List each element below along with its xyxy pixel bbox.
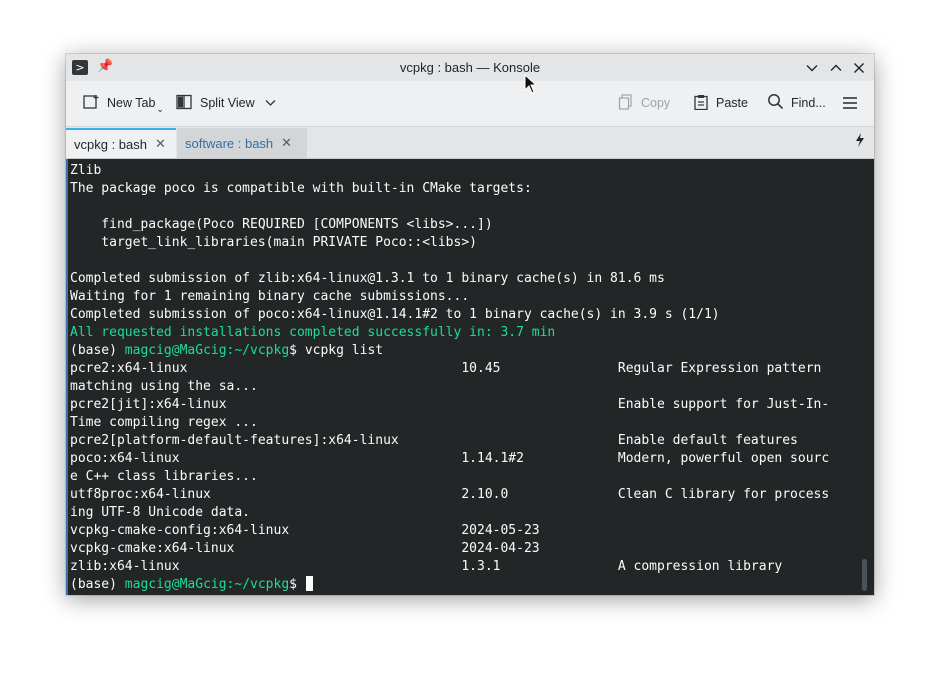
copy-icon <box>618 93 634 113</box>
terminal-line: zlib:x64-linux 1.3.1 A compression libra… <box>70 558 850 576</box>
close-tab-icon[interactable]: ✕ <box>281 136 292 151</box>
prompt-user: magcig@MaGcig <box>124 577 227 592</box>
terminal-line: vcpkg-cmake-config:x64-linux 2024-05-23 <box>70 522 850 540</box>
quick-commands-icon[interactable] <box>852 133 868 151</box>
terminal-line: find_package(Poco REQUIRED [COMPONENTS <… <box>70 216 850 234</box>
line-text: utf8proc:x64-linux 2.10.0 Clean C librar… <box>70 487 830 502</box>
find-label: Find... <box>791 96 826 110</box>
terminal-line: target_link_libraries(main PRIVATE Poco:… <box>70 234 850 252</box>
prompt-env: (base) <box>70 343 125 358</box>
chevron-down-icon <box>265 96 276 110</box>
copy-label: Copy <box>641 96 671 110</box>
prompt-line: (base) magcig@MaGcig:~/vcpkg$ <box>70 576 850 594</box>
prompt-symbol: $ <box>289 343 305 358</box>
split-view-button[interactable]: Split View <box>176 89 276 117</box>
terminal-line: pcre2[platform-default-features]:x64-lin… <box>70 432 850 450</box>
hamburger-menu-icon[interactable] <box>842 89 858 117</box>
toolbar: New Tab ⌄ Split View Copy Paste Find... <box>66 81 874 127</box>
chevron-down-icon: ⌄ <box>156 103 164 114</box>
tab-software-bash[interactable]: software : bash ✕ <box>177 128 307 158</box>
new-tab-button[interactable]: New Tab ⌄ <box>83 89 164 117</box>
new-tab-icon <box>83 94 100 113</box>
terminal-line: pcre2:x64-linux 10.45 Regular Expression… <box>70 360 850 378</box>
paste-icon <box>693 94 709 113</box>
line-text: poco:x64-linux 1.14.1#2 Modern, powerful… <box>70 451 830 466</box>
terminal-output: Zlib The package poco is compatible with … <box>70 162 850 594</box>
close-tab-icon[interactable]: ✕ <box>155 137 166 152</box>
maximize-icon[interactable] <box>826 58 846 78</box>
command-text: vcpkg list <box>304 343 384 358</box>
terminal-line: Completed submission of poco:x64-linux@1… <box>70 306 850 324</box>
paste-button[interactable]: Paste <box>693 89 748 117</box>
line-text: All requested installations completed su… <box>70 325 556 340</box>
terminal-line: utf8proc:x64-linux 2.10.0 Clean C librar… <box>70 486 850 504</box>
line-text: vcpkg-cmake:x64-linux 2024-04-23 <box>70 541 540 556</box>
terminal-view[interactable]: Zlib The package poco is compatible with … <box>66 159 874 595</box>
text-cursor <box>305 576 313 591</box>
line-text: pcre2[jit]:x64-linux Enable support for … <box>70 397 830 412</box>
find-button[interactable]: Find... <box>767 89 826 117</box>
line-text: e C++ class libraries... <box>70 469 258 484</box>
terminal-line: All requested installations completed su… <box>70 324 850 342</box>
prompt-path: :~/vcpkg <box>226 343 290 358</box>
line-text: vcpkg-cmake-config:x64-linux 2024-05-23 <box>70 523 540 538</box>
search-icon <box>767 93 784 113</box>
copy-button[interactable]: Copy <box>618 89 670 117</box>
line-text: The package poco is compatible with buil… <box>70 181 532 196</box>
tab-label: vcpkg : bash <box>74 136 147 152</box>
line-text: Zlib <box>70 163 102 178</box>
terminal-line: The package poco is compatible with buil… <box>70 180 850 198</box>
line-text: ing UTF-8 Unicode data. <box>70 505 251 520</box>
line-text: target_link_libraries(main PRIVATE Poco:… <box>70 235 477 250</box>
line-text: pcre2:x64-linux 10.45 Regular Expression… <box>70 361 822 376</box>
tab-vcpkg-bash[interactable]: vcpkg : bash ✕ <box>66 128 176 158</box>
konsole-window: > 📌 vcpkg : bash — Konsole New Tab ⌄ Spl… <box>66 54 874 595</box>
minimize-icon[interactable] <box>802 58 822 78</box>
terminal-line: Time compiling regex ... <box>70 414 850 432</box>
terminal-line: Completed submission of zlib:x64-linux@1… <box>70 270 850 288</box>
tab-label: software : bash <box>185 135 274 151</box>
new-tab-label: New Tab <box>107 96 156 110</box>
line-text: Waiting for 1 remaining binary cache sub… <box>70 289 470 304</box>
window-title: vcpkg : bash — Konsole <box>399 60 541 75</box>
line-text: Completed submission of zlib:x64-linux@1… <box>70 271 665 286</box>
close-icon[interactable] <box>849 58 869 78</box>
prompt-line: (base) magcig@MaGcig:~/vcpkg$ vcpkg list <box>70 342 850 360</box>
mouse-pointer-icon <box>524 73 538 99</box>
terminal-line: matching using the sa... <box>70 378 850 396</box>
split-view-icon <box>176 94 193 113</box>
terminal-line: Zlib <box>70 162 850 180</box>
terminal-line: e C++ class libraries... <box>70 468 850 486</box>
title-bar[interactable]: > 📌 vcpkg : bash — Konsole <box>66 54 874 81</box>
terminal-line: Waiting for 1 remaining binary cache sub… <box>70 288 850 306</box>
line-text: matching using the sa... <box>70 379 258 394</box>
terminal-line: pcre2[jit]:x64-linux Enable support for … <box>70 396 850 414</box>
scrollbar[interactable] <box>862 559 867 591</box>
line-text: zlib:x64-linux 1.3.1 A compression libra… <box>70 559 783 574</box>
line-text: find_package(Poco REQUIRED [COMPONENTS <… <box>70 217 493 232</box>
terminal-line: vcpkg-cmake:x64-linux 2024-04-23 <box>70 540 850 558</box>
prompt-env: (base) <box>70 577 125 592</box>
tab-bar: vcpkg : bash ✕ software : bash ✕ <box>66 127 874 159</box>
line-text: Time compiling regex ... <box>70 415 258 430</box>
line-text: Completed submission of poco:x64-linux@1… <box>70 307 720 322</box>
terminal-line: ing UTF-8 Unicode data. <box>70 504 850 522</box>
prompt-user: magcig@MaGcig <box>124 343 227 358</box>
split-view-label: Split View <box>200 96 255 110</box>
line-text: pcre2[platform-default-features]:x64-lin… <box>70 433 798 448</box>
prompt-path: :~/vcpkg <box>226 577 290 592</box>
prompt-symbol: $ <box>289 577 305 592</box>
terminal-line: poco:x64-linux 1.14.1#2 Modern, powerful… <box>70 450 850 468</box>
paste-label: Paste <box>716 96 748 110</box>
